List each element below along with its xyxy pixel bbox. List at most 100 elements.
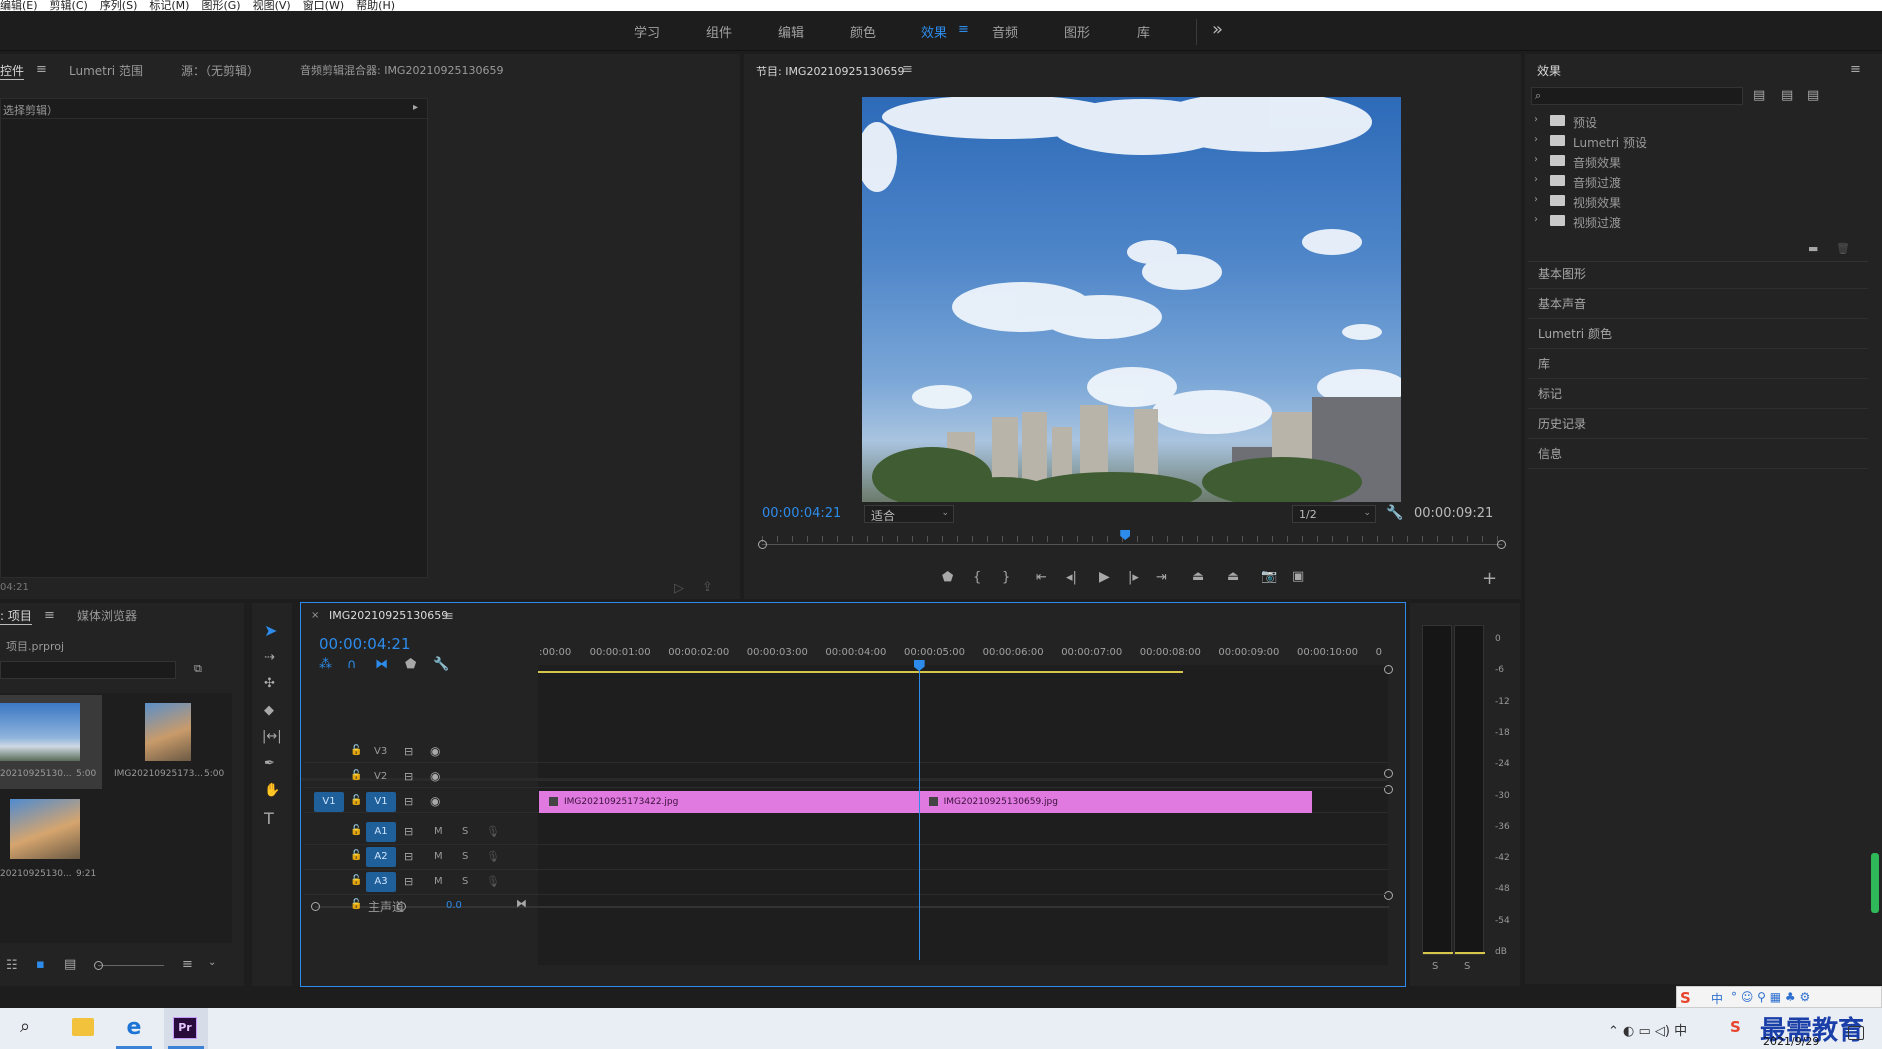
go-to-out-icon[interactable]: ⇥ <box>1156 571 1167 584</box>
workspace-tab[interactable]: 音频 <box>992 22 1018 41</box>
list-view-icon[interactable]: ☷ <box>6 959 18 972</box>
effects-search-box[interactable]: ⌕ <box>1531 87 1743 105</box>
add-marker-icon[interactable]: ⬟ <box>942 571 953 584</box>
effects-tree-item[interactable]: 预设 <box>1573 114 1597 131</box>
edge-browser-icon[interactable]: e <box>122 1016 146 1040</box>
eye-icon[interactable]: ◉ <box>430 795 440 807</box>
tray-sogou-icon[interactable]: S <box>1730 1018 1741 1036</box>
accelerated-effects-icon[interactable]: ▤ <box>1753 89 1765 102</box>
tab-project[interactable]: : 项目 <box>0 607 32 625</box>
scrub-start-handle[interactable] <box>758 540 767 549</box>
solo-right-button[interactable]: S <box>1464 961 1470 972</box>
program-current-timecode[interactable]: 00:00:04:21 <box>762 506 841 521</box>
chevron-right-icon[interactable]: › <box>1534 174 1538 185</box>
mute-button[interactable]: M <box>434 826 443 837</box>
chevron-right-icon[interactable]: › <box>1534 194 1538 205</box>
tab-audio-clip-mixer[interactable]: 音频剪辑混合器: IMG20210925130659 <box>300 62 503 78</box>
timeline-timecode[interactable]: 00:00:04:21 <box>319 635 411 653</box>
slip-tool-icon[interactable]: |↔| <box>262 730 282 743</box>
lock-icon[interactable]: 🔓 <box>350 876 362 886</box>
selection-tool-icon[interactable]: ➤ <box>264 623 277 639</box>
fit-dropdown[interactable]: 适合 ⌄ <box>864 505 954 523</box>
timeline-playhead-line[interactable] <box>918 663 920 960</box>
tab-media-browser[interactable]: 媒体浏览器 <box>77 607 137 624</box>
ruler-tick-label[interactable]: 0 <box>1376 647 1382 658</box>
effects-category[interactable]: Lumetri 颜色 <box>1528 320 1868 349</box>
workspace-menu-icon[interactable]: ≡ <box>958 22 969 37</box>
file-explorer-icon[interactable] <box>72 1018 94 1036</box>
workspace-tab[interactable]: 效果 <box>921 22 947 41</box>
effects-category[interactable]: 历史记录 <box>1528 410 1868 439</box>
menu-item[interactable]: 编辑(E) <box>0 0 38 11</box>
solo-button[interactable]: S <box>462 826 468 837</box>
effects-category[interactable]: 标记 <box>1528 380 1868 409</box>
mark-out-icon[interactable]: } <box>1002 571 1010 584</box>
effects-tree-item[interactable]: 音频效果 <box>1573 154 1621 171</box>
resolution-dropdown[interactable]: 1/2 ⌄ <box>1292 505 1376 523</box>
panel-menu-icon[interactable]: ≡ <box>44 609 55 622</box>
vscroll-bottom-handle[interactable] <box>1384 891 1393 900</box>
lift-icon[interactable]: ⏏ <box>1192 570 1204 583</box>
lock-icon[interactable]: 🔓 <box>350 826 362 836</box>
ruler-tick-label[interactable]: 00:00:02:00 <box>668 647 729 658</box>
track-label-v2[interactable]: V2 <box>374 771 387 782</box>
source-patch-button[interactable]: V1 <box>314 792 344 812</box>
add-button-icon[interactable]: + <box>1482 570 1497 588</box>
program-scrub-ruler[interactable] <box>758 530 1506 552</box>
lock-icon[interactable]: 🔓 <box>350 771 362 781</box>
microphone-icon[interactable]: 🎙 <box>486 876 500 887</box>
workspace-overflow-button[interactable]: » <box>1212 19 1223 40</box>
effects-category[interactable]: 基本图形 <box>1528 260 1868 289</box>
mute-button[interactable]: M <box>434 851 443 862</box>
menu-item[interactable]: 图形(G) <box>201 0 240 11</box>
panel-menu-icon[interactable]: ≡ <box>36 63 47 76</box>
work-area-bar[interactable] <box>538 671 1183 673</box>
lock-icon[interactable]: 🔓 <box>350 746 362 756</box>
expand-arrow-icon[interactable]: ▸ <box>413 103 418 113</box>
32bit-effects-icon[interactable]: ▤ <box>1781 89 1793 102</box>
play-icon[interactable]: ▶ <box>1099 570 1110 584</box>
vscroll-top-handle[interactable] <box>1384 665 1393 674</box>
timeline-clip[interactable]: IMG20210925130659.jpg <box>918 791 1312 813</box>
add-marker-icon[interactable]: ⬟ <box>405 658 416 671</box>
ruler-tick-label[interactable]: 00:00:01:00 <box>590 647 651 658</box>
effects-tree-item[interactable]: 音频过渡 <box>1573 174 1621 191</box>
snap-icon[interactable]: ∩ <box>347 658 357 671</box>
menu-item[interactable]: 帮助(H) <box>356 0 395 11</box>
chevron-down-icon[interactable]: ⌄ <box>208 958 216 968</box>
track-target-a3[interactable]: A3 <box>366 872 396 892</box>
panel-menu-icon[interactable]: ≡ <box>902 63 913 76</box>
ruler-tick-label[interactable]: 00:00:04:00 <box>825 647 886 658</box>
vscroll-mid-handle[interactable] <box>1384 769 1393 778</box>
filter-icon[interactable]: ▷ <box>674 582 684 595</box>
panel-menu-icon[interactable]: ≡ <box>1850 63 1861 76</box>
workspace-tab[interactable]: 学习 <box>634 22 660 41</box>
pen-tool-icon[interactable]: ✒ <box>264 757 275 770</box>
sync-lock-icon[interactable]: ⊟ <box>404 851 413 862</box>
step-back-icon[interactable]: ◂| <box>1066 571 1077 584</box>
go-to-in-icon[interactable]: ⇤ <box>1036 571 1047 584</box>
effects-panel-title[interactable]: 效果 <box>1537 62 1561 79</box>
notification-icon[interactable] <box>1848 1026 1864 1040</box>
sync-lock-icon[interactable]: ⊟ <box>404 746 413 757</box>
effects-tree-item[interactable]: 视频过渡 <box>1573 214 1621 231</box>
track-area[interactable] <box>538 665 1388 965</box>
zoom-slider-handle[interactable] <box>94 961 103 970</box>
project-item[interactable]: IMG20210925173... 5:00 <box>110 695 230 789</box>
icon-view-icon[interactable]: ▪ <box>36 958 45 971</box>
ime-toolbar[interactable]: S 中 ° ☺ ⚲ ▦ ♣ ⚙ <box>1676 986 1882 1008</box>
eye-icon[interactable]: ◉ <box>430 745 440 757</box>
freeform-view-icon[interactable]: ▤ <box>64 958 76 971</box>
lock-icon[interactable]: 🔓 <box>350 900 362 910</box>
menu-item[interactable]: 窗口(W) <box>303 0 344 11</box>
ruler-tick-label[interactable]: 00:00:06:00 <box>983 647 1044 658</box>
sync-lock-icon[interactable]: ⊟ <box>404 876 413 887</box>
extract-icon[interactable]: ⏏ <box>1227 570 1239 583</box>
lock-icon[interactable]: 🔓 <box>350 851 362 861</box>
taskbar-search-icon[interactable]: ⌕ <box>20 1016 44 1040</box>
program-monitor-title[interactable]: 节目: IMG20210925130659 <box>756 63 904 79</box>
chevron-right-icon[interactable]: › <box>1534 154 1538 165</box>
export-icon[interactable]: ⇪ <box>702 581 713 594</box>
tab-lumetri-scopes[interactable]: Lumetri 范围 <box>69 62 143 79</box>
project-search-input[interactable] <box>0 661 176 679</box>
